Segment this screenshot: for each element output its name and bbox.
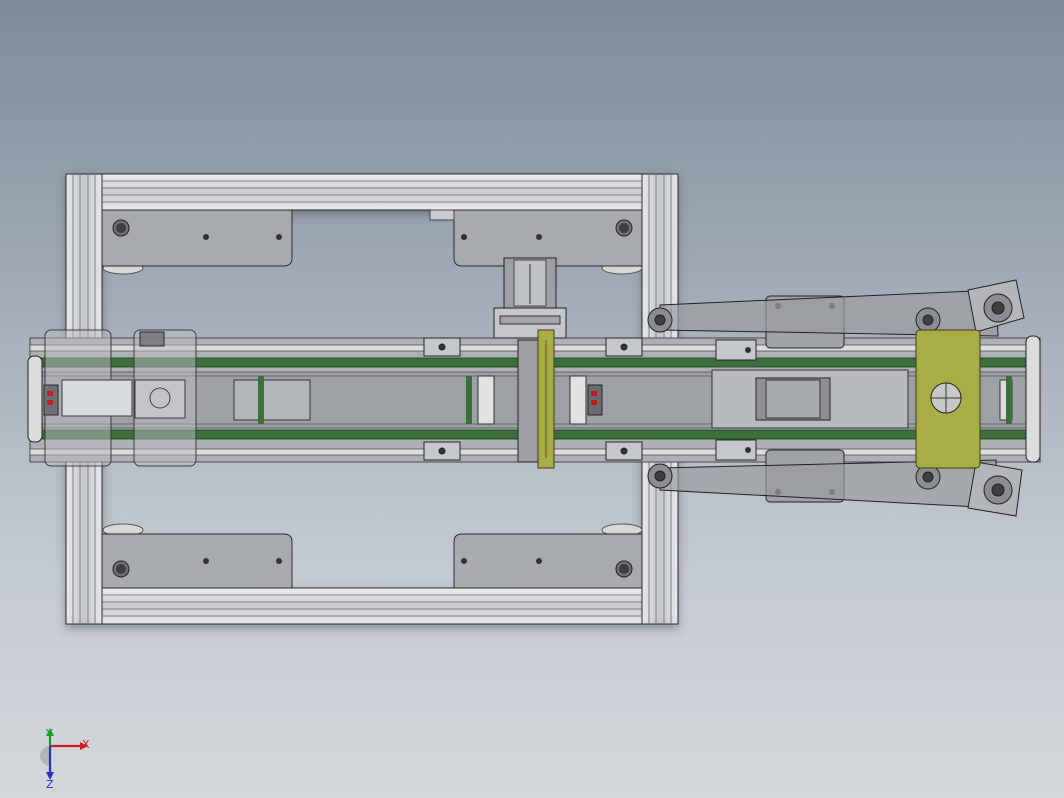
top-rail [65, 173, 679, 211]
x-axis-label: X [82, 738, 90, 751]
orientation-triad: X Y Z [40, 728, 90, 788]
cad-viewport[interactable]: X Y Z [0, 0, 1064, 798]
conveyor-assembly-model[interactable] [0, 0, 1064, 798]
z-axis-label: Z [46, 778, 54, 788]
y-axis-label: Y [45, 728, 53, 740]
bottom-rail [65, 587, 679, 625]
